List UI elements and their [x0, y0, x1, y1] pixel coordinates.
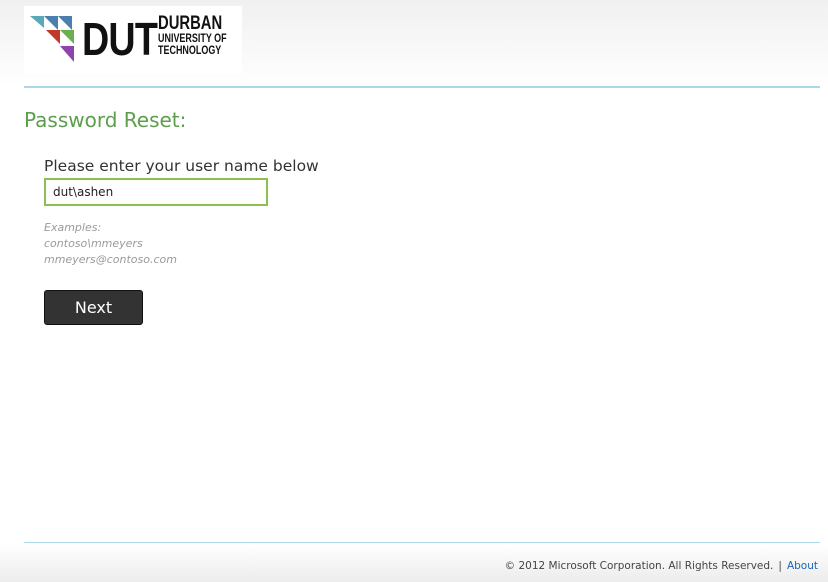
footer-content: © 2012 Microsoft Corporation. All Rights… — [505, 560, 818, 572]
footer-separator: | — [778, 560, 782, 572]
footer-divider — [24, 542, 820, 543]
logo-name-line3: TECHNOLOGY — [158, 45, 222, 57]
logo-triangles-icon — [30, 16, 74, 62]
username-prompt: Please enter your user name below — [44, 157, 319, 175]
logo-name-line2: UNIVERSITY OF — [158, 33, 227, 45]
logo-abbreviation: DUT — [82, 13, 158, 65]
examples-label: Examples: — [44, 221, 102, 234]
next-button[interactable]: Next — [44, 290, 143, 325]
example-email: mmeyers@contoso.com — [44, 253, 177, 266]
university-logo: DUT DURBAN UNIVERSITY OF TECHNOLOGY — [24, 6, 242, 74]
username-examples: Examples: contoso\mmeyers mmeyers@contos… — [44, 220, 177, 268]
username-input[interactable] — [44, 178, 268, 206]
example-domain-username: contoso\mmeyers — [44, 237, 143, 250]
about-link[interactable]: About — [787, 560, 818, 572]
logo-university-name: DURBAN UNIVERSITY OF TECHNOLOGY — [158, 13, 227, 57]
page-footer: © 2012 Microsoft Corporation. All Rights… — [0, 544, 828, 582]
page-title: Password Reset: — [24, 108, 187, 132]
copyright-text: © 2012 Microsoft Corporation. All Rights… — [504, 560, 774, 572]
header-divider — [24, 86, 820, 88]
logo-name-line1: DURBAN — [158, 13, 223, 34]
page-header: DUT DURBAN UNIVERSITY OF TECHNOLOGY — [0, 0, 828, 86]
